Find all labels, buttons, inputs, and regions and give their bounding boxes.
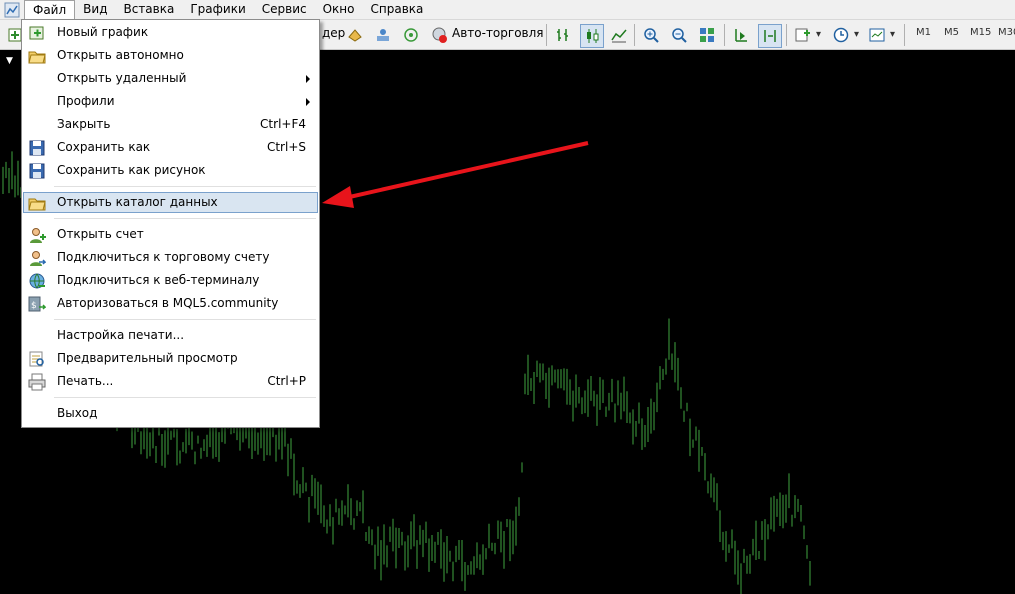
submenu-arrow-icon [306,98,310,106]
open-folder-icon [28,51,46,64]
menu-open-account[interactable]: Открыть счет [23,224,318,245]
file-menu-dropdown: Новый график Открыть автономно Открыть уда… [21,19,320,428]
menu-item-label: Открыть каталог данных [57,195,218,209]
menu-help[interactable]: Справка [363,0,432,19]
menu-separator [54,319,316,320]
chart-menu-icon[interactable]: ▼ [6,56,13,66]
menu-close[interactable]: Закрыть Ctrl+F4 [23,114,318,135]
save-icon [29,140,45,156]
menu-item-label: Выход [57,406,98,420]
menu-item-shortcut: Ctrl+S [266,140,306,154]
menu-item-label: Открыть удаленный [57,71,187,85]
zoom-out-icon[interactable] [668,24,690,46]
menu-tools[interactable]: Сервис [254,0,315,19]
menu-item-label: Сохранить как рисунок [57,163,206,177]
open-account-icon [30,228,46,243]
menu-separator [54,186,316,187]
menu-item-label: Открыть счет [57,227,144,241]
menu-item-label: Закрыть [57,117,111,131]
autotrading-icon[interactable] [428,24,450,46]
menu-window[interactable]: Окно [315,0,363,19]
timeframe-m15[interactable]: M15 [970,27,991,38]
indicators-icon[interactable] [792,24,814,46]
menu-item-label: Печать... [57,374,114,388]
menu-item-label: Настройка печати... [57,328,185,342]
web-terminal-icon [29,273,45,289]
submenu-arrow-icon [306,75,310,83]
chevron-down-icon[interactable]: ▾ [854,29,859,40]
timeframe-m30[interactable]: M30 [998,27,1015,38]
menu-item-label: Профили [57,94,115,108]
data-window-icon[interactable] [372,24,394,46]
menu-insert[interactable]: Вставка [115,0,182,19]
new-chart-icon [29,26,44,40]
candle-chart-icon[interactable] [580,24,604,48]
market-watch-icon[interactable] [344,24,366,46]
menu-new-chart[interactable]: Новый график [23,22,318,43]
navigator-label[interactable]: дер [322,26,345,40]
chart-shift-icon[interactable] [730,24,752,46]
menu-item-label: Подключиться к торговому счету [57,250,270,264]
menu-charts[interactable]: Графики [182,0,253,19]
menu-separator [54,397,316,398]
menu-login-trade-account[interactable]: Подключиться к торговому счету [23,247,318,268]
menu-save-as-picture[interactable]: Сохранить как рисунок [23,160,318,181]
autotrading-button[interactable]: Авто-торговля [452,26,544,40]
menu-bar: Файл Вид Вставка Графики Сервис Окно Спр… [0,0,1015,20]
svg-text:$: $ [31,301,37,311]
templates-icon[interactable] [866,24,888,46]
line-chart-icon[interactable] [608,24,630,46]
menu-file[interactable]: Файл [24,0,76,19]
mql5-login-icon: $ [28,296,46,312]
menu-item-label: Авторизоваться в MQL5.community [57,296,279,310]
signal-icon[interactable] [400,24,422,46]
menu-item-label: Новый график [57,25,149,39]
menu-print-preview[interactable]: Предварительный просмотр [23,348,318,369]
data-folder-icon [28,198,46,211]
chevron-down-icon[interactable]: ▾ [816,29,821,40]
menu-print-setup[interactable]: Настройка печати... [23,325,318,346]
autoscroll-icon[interactable] [758,24,782,48]
timeframe-m1[interactable]: M1 [916,27,931,38]
menu-open-remote[interactable]: Открыть удаленный [23,68,318,89]
menu-exit[interactable]: Выход [23,403,318,424]
menu-item-label: Подключиться к веб-терминалу [57,273,260,287]
toolbar-separator [724,24,725,46]
menu-separator [54,218,316,219]
menu-open-data-folder[interactable]: Открыть каталог данных [23,192,318,213]
menu-item-shortcut: Ctrl+P [267,374,306,388]
print-preview-icon [29,351,44,367]
toolbar-separator [904,24,905,46]
save-picture-icon [29,163,45,179]
menu-item-label: Сохранить как [57,140,151,154]
toolbar-separator [786,24,787,46]
menu-login-mql5[interactable]: $ Авторизоваться в MQL5.community [23,293,318,314]
menu-open-offline[interactable]: Открыть автономно [23,45,318,66]
print-icon [28,373,46,391]
menu-save-as[interactable]: Сохранить как Ctrl+S [23,137,318,158]
toolbar-separator [634,24,635,46]
chevron-down-icon[interactable]: ▾ [890,29,895,40]
menu-item-shortcut: Ctrl+F4 [260,117,306,131]
menu-print[interactable]: Печать... Ctrl+P [23,371,318,392]
periods-icon[interactable] [830,24,852,46]
timeframe-m5[interactable]: M5 [944,27,959,38]
zoom-in-icon[interactable] [640,24,662,46]
menu-item-label: Предварительный просмотр [57,351,238,365]
tile-windows-icon[interactable] [696,24,718,46]
menu-view[interactable]: Вид [75,0,115,19]
app-icon [4,2,20,17]
menu-profiles[interactable]: Профили [23,91,318,112]
menu-item-label: Открыть автономно [57,48,184,62]
bar-chart-icon[interactable] [552,24,574,46]
toolbar-separator [546,24,547,46]
connect-account-icon [30,251,46,266]
menu-connect-web-terminal[interactable]: Подключиться к веб-терминалу [23,270,318,291]
